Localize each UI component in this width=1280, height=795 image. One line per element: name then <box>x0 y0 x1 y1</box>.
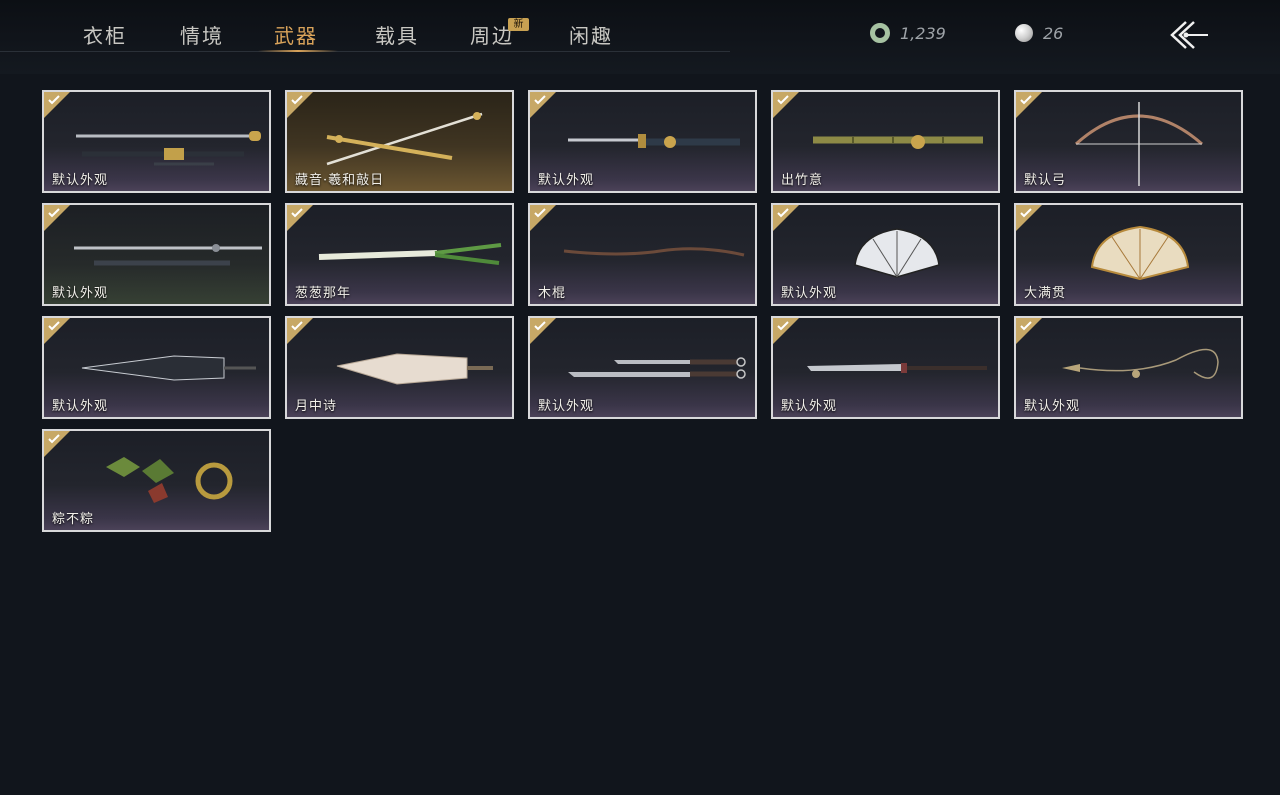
weapon-name: 木棍 <box>538 286 567 301</box>
weapon-name: 默认外观 <box>52 399 109 414</box>
weapon-card[interactable]: 默认外观 <box>771 203 1000 306</box>
pearl-amount: 26 <box>1043 23 1064 43</box>
back-arrow-icon[interactable] <box>1166 18 1210 52</box>
weapon-name: 月中诗 <box>295 399 338 414</box>
jade-currency: 1,239 <box>870 22 946 44</box>
pearl-currency: 26 <box>1015 22 1063 44</box>
weapon-name: 出竹意 <box>781 173 824 188</box>
weapon-name: 默认外观 <box>1024 399 1081 414</box>
weapon-name: 默认外观 <box>52 286 109 301</box>
checkmark-icon <box>534 95 546 105</box>
checkmark-icon <box>534 208 546 218</box>
checkmark-icon <box>1020 321 1032 331</box>
weapon-name: 默认外观 <box>538 173 595 188</box>
category-tabs: 衣柜 情境 武器 载具 周边 闲趣 新 <box>0 0 730 52</box>
weapon-card[interactable]: 默认外观 <box>771 316 1000 419</box>
weapon-card[interactable]: 木棍 <box>528 203 757 306</box>
weapon-card[interactable]: 出竹意 <box>771 90 1000 193</box>
weapon-card[interactable]: 默认外观 <box>1014 316 1243 419</box>
jade-amount: 1,239 <box>900 23 946 43</box>
weapon-card[interactable]: 默认外观 <box>42 316 271 419</box>
checkmark-icon <box>777 321 789 331</box>
checkmark-icon <box>777 95 789 105</box>
weapon-card[interactable]: 默认外观 <box>42 203 271 306</box>
pearl-icon <box>1015 24 1033 42</box>
weapon-card[interactable]: 大满贯 <box>1014 203 1243 306</box>
tab-leisure[interactable]: 闲趣 <box>569 20 613 49</box>
checkmark-icon <box>48 434 60 444</box>
tab-wardrobe[interactable]: 衣柜 <box>83 20 127 49</box>
weapon-card[interactable]: 默认弓 <box>1014 90 1243 193</box>
tab-weapons[interactable]: 武器 <box>274 20 318 49</box>
weapon-card[interactable]: 葱葱那年 <box>285 203 514 306</box>
checkmark-icon <box>291 208 303 218</box>
checkmark-icon <box>48 321 60 331</box>
weapon-name: 默认外观 <box>781 286 838 301</box>
checkmark-icon <box>291 95 303 105</box>
weapon-name: 粽不粽 <box>52 512 95 527</box>
weapon-name: 藏音·羲和敲日 <box>295 173 385 188</box>
tab-vehicles[interactable]: 载具 <box>375 20 419 49</box>
tab-scene[interactable]: 情境 <box>180 20 224 49</box>
jade-coin-icon <box>870 23 890 43</box>
weapon-card[interactable]: 月中诗 <box>285 316 514 419</box>
checkmark-icon <box>48 95 60 105</box>
checkmark-icon <box>1020 95 1032 105</box>
checkmark-icon <box>777 208 789 218</box>
active-tab-indicator <box>258 50 338 52</box>
checkmark-icon <box>1020 208 1032 218</box>
weapon-card[interactable]: 藏音·羲和敲日 <box>285 90 514 193</box>
weapon-name: 默认外观 <box>538 399 595 414</box>
top-bar: 衣柜 情境 武器 载具 周边 闲趣 新 1,239 26 <box>0 0 1280 74</box>
weapon-card[interactable]: 默认外观 <box>528 316 757 419</box>
checkmark-icon <box>48 208 60 218</box>
weapon-name: 葱葱那年 <box>295 286 352 301</box>
weapon-name: 默认弓 <box>1024 173 1067 188</box>
weapon-name: 默认外观 <box>52 173 109 188</box>
checkmark-icon <box>291 321 303 331</box>
weapon-card[interactable]: 默认外观 <box>528 90 757 193</box>
weapon-name: 大满贯 <box>1024 286 1067 301</box>
new-badge: 新 <box>508 18 529 31</box>
weapon-card[interactable]: 粽不粽 <box>42 429 271 532</box>
weapon-name: 默认外观 <box>781 399 838 414</box>
weapon-card[interactable]: 默认外观 <box>42 90 271 193</box>
checkmark-icon <box>534 321 546 331</box>
